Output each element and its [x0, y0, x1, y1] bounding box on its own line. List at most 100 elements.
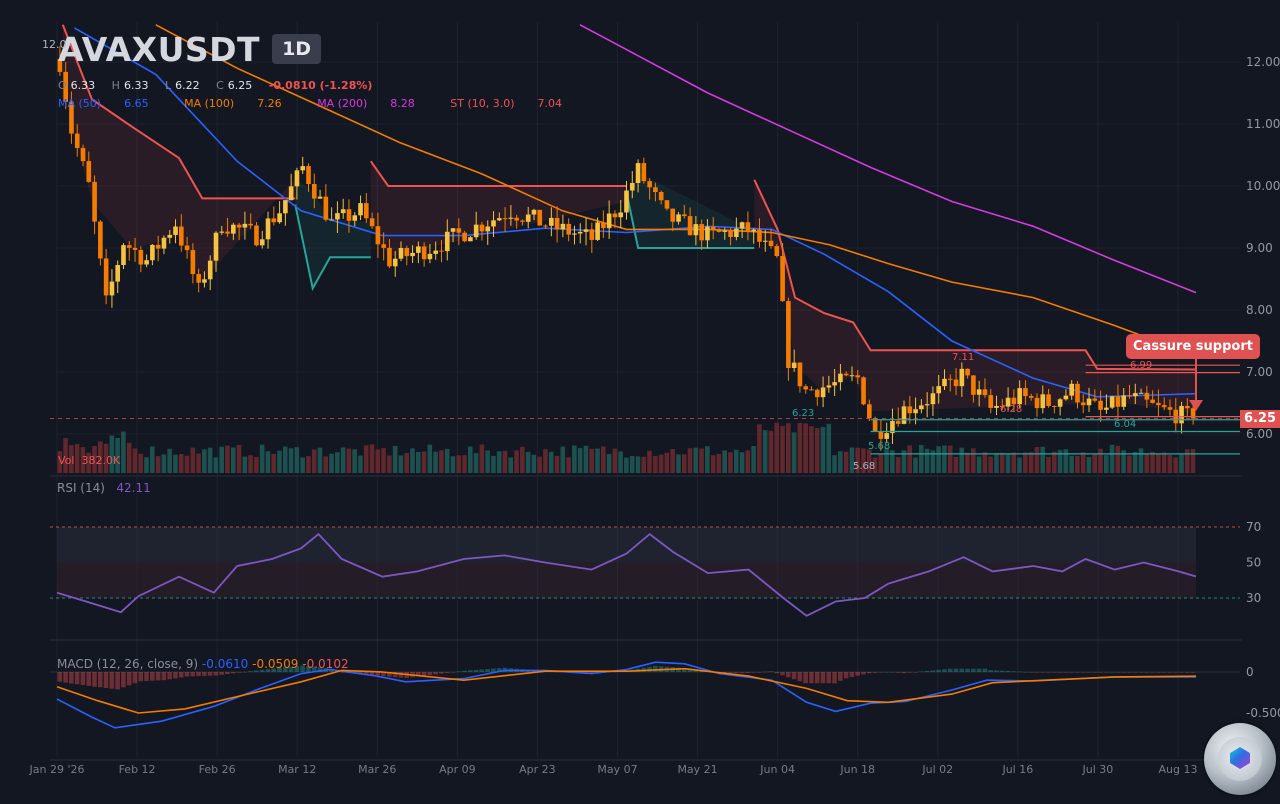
symbol-name: AVAXUSDT [58, 30, 261, 69]
candle-bear [103, 258, 109, 296]
macd-histogram-bar [1080, 672, 1086, 673]
macd-histogram-bar [878, 672, 884, 673]
macd-histogram-bar [947, 668, 953, 672]
time-tick-label: Jul 16 [1001, 763, 1033, 776]
candle-bear [254, 225, 259, 246]
macd-histogram-bar [861, 672, 866, 675]
candle-bull [352, 215, 358, 221]
macd-histogram-bar [757, 672, 762, 673]
volume-bar [236, 445, 242, 473]
volume-bar [178, 454, 184, 473]
volume-bar [641, 456, 647, 473]
candle-bear [612, 213, 618, 218]
macd-histogram-bar [976, 668, 982, 672]
candle-bull [508, 217, 514, 219]
volume-bar [1069, 455, 1074, 473]
macd-histogram-bar [965, 668, 970, 672]
candle-bull [231, 224, 236, 234]
volume-bar [647, 450, 652, 473]
macd-histogram-bar [1040, 672, 1045, 673]
macd-histogram-bar [745, 672, 751, 673]
rsi-tick-label: 70 [1246, 520, 1261, 534]
macd-histogram-bar [999, 670, 1005, 672]
volume-bar [936, 446, 941, 473]
volume-bar [1161, 452, 1167, 473]
volume-bar [1109, 444, 1115, 473]
candle-bear [92, 181, 97, 222]
volume-bar [982, 452, 988, 473]
macd-histogram-bar [1109, 672, 1115, 673]
candle-bull [1104, 407, 1109, 410]
candle-bull [994, 405, 999, 408]
macd-histogram-bar [115, 672, 120, 690]
candle-bear [364, 203, 369, 219]
volume-bar [826, 423, 832, 473]
level-label-699: 6.99 [1130, 360, 1153, 371]
macd-histogram-bar [988, 670, 993, 672]
time-tick-label: Apr 09 [439, 763, 476, 776]
candle-bull [173, 226, 178, 235]
candle-bull [693, 224, 699, 236]
volume-bar [907, 445, 912, 473]
candle-bear [1156, 402, 1161, 406]
candle-bull [468, 237, 473, 242]
volume-bar [410, 448, 415, 473]
macd-histogram-bar [462, 670, 467, 672]
candle-bull [485, 226, 491, 232]
macd-histogram-bar [762, 671, 768, 673]
volume-bar [658, 454, 664, 473]
time-tick-label: Jul 02 [921, 763, 953, 776]
ma50-legend: MA (50) 6.65 [58, 97, 165, 110]
volume-bar [202, 449, 207, 473]
volume-bar [710, 455, 716, 473]
volume-bar [288, 448, 294, 473]
volume-bar [277, 450, 282, 473]
macd-histogram-bar [791, 672, 797, 680]
candle-bull [791, 362, 797, 368]
candle-bear [184, 245, 190, 251]
candle-bull [121, 245, 126, 266]
candle-bear [780, 256, 785, 302]
candle-bear [178, 226, 184, 246]
macd-histogram-bar [930, 670, 936, 672]
macd-tick-label: -0.500 [1246, 706, 1280, 720]
chart-plot[interactable]: Jan 29 '26 Feb 12 Feb 26 Mar 12 Mar 26 Apr 09… [0, 0, 1280, 800]
candle-bull [549, 217, 554, 226]
timeframe-badge[interactable]: 1D [272, 34, 322, 64]
volume-bar [999, 452, 1005, 473]
volume-bar [387, 455, 392, 473]
time-tick-label: Aug 13 [1159, 763, 1198, 776]
macd-histogram-bar [1011, 671, 1017, 672]
volume-bar [1005, 453, 1011, 473]
macd-histogram-bar [884, 672, 889, 673]
macd-histogram-bar [196, 672, 201, 677]
candle-bear [196, 274, 201, 283]
ma200-value: 8.28 [390, 97, 415, 110]
time-tick-label: Feb 26 [199, 763, 236, 776]
volume-bar [629, 455, 635, 473]
macd-histogram-bar [1173, 672, 1178, 673]
volume-bar [751, 445, 756, 473]
candle-bear [1075, 383, 1080, 403]
macd-label: MACD (12, 26, close, 9) [57, 657, 199, 671]
candle-bull [1086, 398, 1092, 406]
ma100-value: 7.26 [257, 97, 282, 110]
chart-stage[interactable]: Jan 29 '26 Feb 12 Feb 26 Mar 12 Mar 26 Apr 09… [0, 0, 1280, 800]
macd-histogram-bar [1138, 672, 1144, 673]
rsi-tick-label: 30 [1246, 591, 1261, 605]
candle-bull [705, 226, 710, 241]
close-label: C [216, 79, 224, 92]
volume-bar [1167, 455, 1173, 473]
candle-bear [682, 214, 687, 217]
candle-bull [722, 230, 728, 232]
volume-bar [803, 423, 808, 473]
volume-bar [1144, 453, 1150, 473]
candle-bull [491, 220, 496, 227]
candle-bull [624, 190, 629, 213]
volume-bar [196, 453, 201, 473]
macd-histogram-bar [456, 671, 462, 672]
candle-bull [572, 233, 577, 235]
candle-bull [115, 265, 121, 282]
supertrend-value: 7.04 [537, 97, 563, 110]
candle-bull [936, 386, 942, 394]
